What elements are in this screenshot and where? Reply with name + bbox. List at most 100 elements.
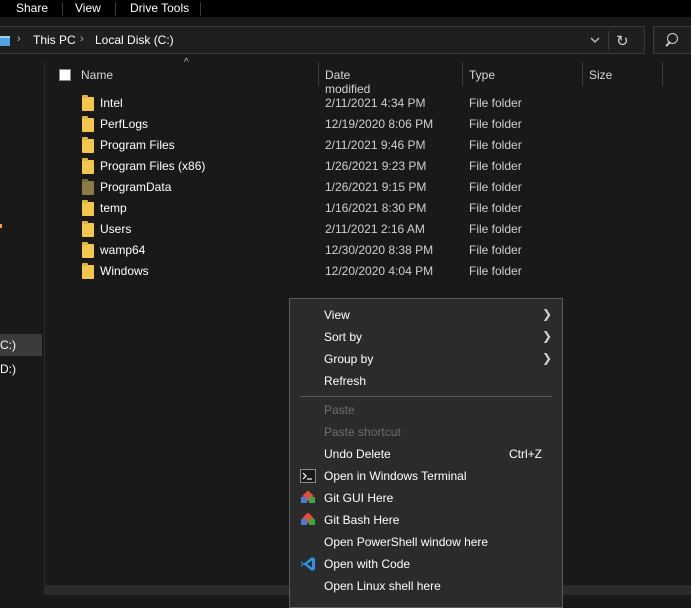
column-divider[interactable] bbox=[582, 62, 583, 86]
menu-item-open-linux-shell[interactable]: Open Linux shell here bbox=[290, 575, 562, 597]
tab-share[interactable]: Share bbox=[16, 1, 48, 15]
menu-item-git-bash-here[interactable]: Git Bash Here bbox=[290, 509, 562, 531]
menu-item-label: View bbox=[324, 308, 350, 322]
folder-icon bbox=[82, 116, 94, 132]
search-icon-handle bbox=[665, 41, 671, 47]
breadcrumb-chevron-icon[interactable]: › bbox=[17, 33, 21, 45]
vscode-icon bbox=[300, 557, 315, 571]
column-type[interactable]: Type bbox=[469, 68, 495, 82]
navigation-pane: C:) D:) bbox=[0, 62, 45, 595]
file-type: File folder bbox=[469, 117, 522, 131]
folder-icon bbox=[82, 242, 94, 258]
menu-item-label: Open in Windows Terminal bbox=[324, 469, 467, 483]
file-date: 2/11/2021 2:16 AM bbox=[325, 222, 425, 236]
table-row[interactable]: wamp64 12/30/2020 8:38 PM File folder bbox=[45, 240, 565, 261]
column-divider[interactable] bbox=[462, 62, 463, 86]
menu-item-git-gui-here[interactable]: Git GUI Here bbox=[290, 487, 562, 509]
git-gui-icon bbox=[301, 491, 315, 503]
file-type: File folder bbox=[469, 96, 522, 110]
file-date: 1/26/2021 9:23 PM bbox=[325, 159, 427, 173]
menu-item-shortcut: Ctrl+Z bbox=[509, 447, 542, 461]
tab-drive-tools[interactable]: Drive Tools bbox=[130, 1, 189, 15]
menu-item-group-by[interactable]: Group by ❯ bbox=[290, 348, 562, 370]
this-pc-icon bbox=[0, 36, 10, 46]
search-box[interactable] bbox=[653, 26, 691, 54]
breadcrumb-chevron-icon[interactable]: › bbox=[80, 33, 84, 45]
table-row[interactable]: Intel 2/11/2021 4:34 PM File folder bbox=[45, 93, 565, 114]
menu-item-label: Paste bbox=[324, 403, 355, 417]
terminal-icon bbox=[300, 469, 316, 483]
menu-item-label: Open Linux shell here bbox=[324, 579, 441, 593]
menu-item-view[interactable]: View ❯ bbox=[290, 304, 562, 326]
breadcrumb-local-disk[interactable]: Local Disk (C:) bbox=[95, 33, 174, 47]
menu-separator bbox=[300, 396, 552, 397]
file-type: File folder bbox=[469, 222, 522, 236]
address-divider bbox=[608, 31, 609, 50]
file-type: File folder bbox=[469, 264, 522, 278]
menu-item-paste: Paste bbox=[290, 399, 562, 421]
file-name: Windows bbox=[100, 264, 149, 278]
chevron-right-icon: ❯ bbox=[542, 351, 553, 365]
hidden-folder-icon bbox=[82, 179, 94, 195]
table-row[interactable]: PerfLogs 12/19/2020 8:06 PM File folder bbox=[45, 114, 565, 135]
menu-item-label: Undo Delete bbox=[324, 447, 391, 461]
menu-item-sort-by[interactable]: Sort by ❯ bbox=[290, 326, 562, 348]
nav-item-local-disk-d[interactable]: D:) bbox=[0, 362, 16, 376]
context-menu: View ❯ Sort by ❯ Group by ❯ Refresh Past… bbox=[289, 298, 563, 608]
folder-icon bbox=[82, 221, 94, 237]
file-date: 12/19/2020 8:06 PM bbox=[325, 117, 434, 131]
breadcrumb-this-pc[interactable]: This PC bbox=[33, 33, 76, 47]
file-name: ProgramData bbox=[100, 180, 172, 194]
menu-item-label: Open PowerShell window here bbox=[324, 535, 489, 549]
nav-item-marker bbox=[0, 224, 2, 228]
address-bar[interactable]: › This PC › Local Disk (C:) ↻ bbox=[0, 26, 645, 54]
menu-item-open-windows-terminal[interactable]: Open in Windows Terminal bbox=[290, 465, 562, 487]
column-name[interactable]: Name bbox=[81, 68, 113, 82]
file-name: Intel bbox=[100, 96, 123, 110]
chevron-down-icon[interactable] bbox=[588, 33, 602, 47]
column-divider[interactable] bbox=[662, 62, 663, 86]
menu-item-undo-delete[interactable]: Undo Delete Ctrl+Z bbox=[290, 443, 562, 465]
folder-icon bbox=[82, 137, 94, 153]
git-bash-icon bbox=[301, 513, 315, 525]
refresh-icon[interactable]: ↻ bbox=[616, 32, 629, 50]
file-date: 12/20/2020 4:04 PM bbox=[325, 264, 434, 278]
file-date: 1/16/2021 8:30 PM bbox=[325, 201, 427, 215]
file-date: 2/11/2021 9:46 PM bbox=[325, 138, 426, 152]
file-type: File folder bbox=[469, 138, 522, 152]
folder-icon bbox=[82, 158, 94, 174]
file-type: File folder bbox=[469, 159, 522, 173]
file-date: 12/30/2020 8:38 PM bbox=[325, 243, 434, 257]
file-name: PerfLogs bbox=[100, 117, 149, 131]
ribbon-divider bbox=[115, 2, 116, 16]
sort-arrow-icon: ^ bbox=[184, 57, 189, 68]
file-name: Program Files bbox=[100, 138, 175, 152]
menu-item-label: Git GUI Here bbox=[324, 491, 394, 505]
file-type: File folder bbox=[469, 243, 522, 257]
table-row[interactable]: ProgramData 1/26/2021 9:15 PM File folde… bbox=[45, 177, 565, 198]
table-row[interactable]: Windows 12/20/2020 4:04 PM File folder bbox=[45, 261, 565, 282]
file-type: File folder bbox=[469, 180, 522, 194]
column-date-modified[interactable]: Date modified bbox=[325, 68, 370, 96]
menu-item-refresh[interactable]: Refresh bbox=[290, 370, 562, 392]
file-name: temp bbox=[100, 201, 127, 215]
select-all-checkbox[interactable] bbox=[59, 69, 71, 81]
column-divider[interactable] bbox=[318, 62, 319, 86]
column-size[interactable]: Size bbox=[589, 68, 612, 82]
menu-item-label: Git Bash Here bbox=[324, 513, 400, 527]
table-row[interactable]: Program Files (x86) 1/26/2021 9:23 PM Fi… bbox=[45, 156, 565, 177]
ribbon-divider bbox=[62, 2, 63, 16]
table-row[interactable]: Program Files 2/11/2021 9:46 PM File fol… bbox=[45, 135, 565, 156]
table-row[interactable]: temp 1/16/2021 8:30 PM File folder bbox=[45, 198, 565, 219]
tab-view[interactable]: View bbox=[75, 1, 101, 15]
folder-icon bbox=[82, 95, 94, 111]
table-row[interactable]: Users 2/11/2021 2:16 AM File folder bbox=[45, 219, 565, 240]
menu-item-open-powershell[interactable]: Open PowerShell window here bbox=[290, 531, 562, 553]
file-date: 2/11/2021 4:34 PM bbox=[325, 96, 426, 110]
ribbon-tabs: Share View Drive Tools bbox=[0, 0, 691, 17]
nav-item-local-disk-c[interactable]: C:) bbox=[0, 338, 16, 352]
file-name: Program Files (x86) bbox=[100, 159, 206, 173]
menu-item-open-with-code[interactable]: Open with Code bbox=[290, 553, 562, 575]
menu-item-label: Group by bbox=[324, 352, 374, 366]
folder-icon bbox=[82, 263, 94, 279]
